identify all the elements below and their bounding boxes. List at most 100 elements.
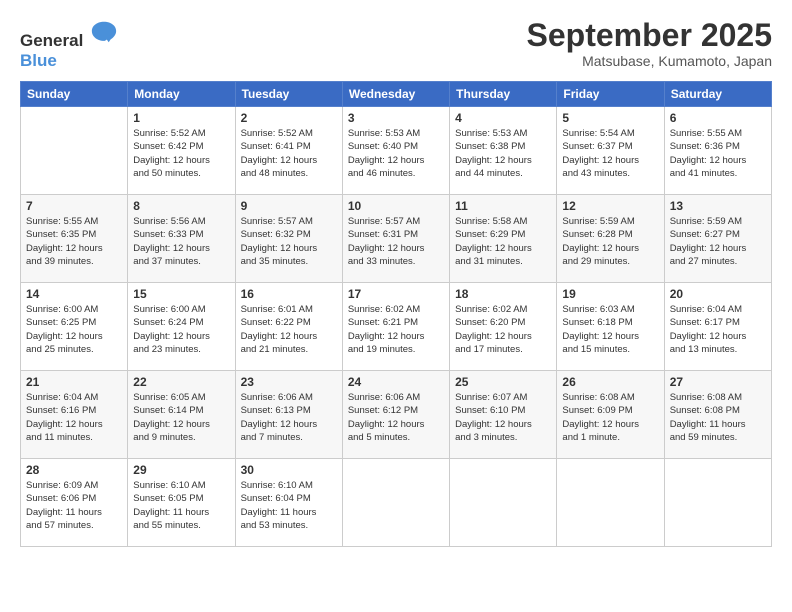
- cell-info-line: Sunset: 6:42 PM: [133, 140, 229, 153]
- cell-info-line: Sunrise: 5:58 AM: [455, 215, 551, 228]
- day-number: 29: [133, 463, 229, 477]
- cell-info-line: Sunrise: 6:08 AM: [670, 391, 766, 404]
- day-header-wednesday: Wednesday: [342, 82, 449, 107]
- calendar-cell: 18Sunrise: 6:02 AMSunset: 6:20 PMDayligh…: [450, 283, 557, 371]
- calendar-cell: 13Sunrise: 5:59 AMSunset: 6:27 PMDayligh…: [664, 195, 771, 283]
- cell-info-line: Sunrise: 5:55 AM: [26, 215, 122, 228]
- cell-info-line: and 13 minutes.: [670, 343, 766, 356]
- cell-info-line: and 9 minutes.: [133, 431, 229, 444]
- cell-info-line: Sunset: 6:41 PM: [241, 140, 337, 153]
- day-header-tuesday: Tuesday: [235, 82, 342, 107]
- day-number: 3: [348, 111, 444, 125]
- cell-info-line: Sunrise: 6:08 AM: [562, 391, 658, 404]
- cell-info-line: and 57 minutes.: [26, 519, 122, 532]
- cell-info-line: Daylight: 12 hours: [241, 330, 337, 343]
- cell-info-line: Sunset: 6:16 PM: [26, 404, 122, 417]
- day-number: 20: [670, 287, 766, 301]
- cell-info-line: Sunset: 6:14 PM: [133, 404, 229, 417]
- cell-info-line: and 41 minutes.: [670, 167, 766, 180]
- calendar-cell: 28Sunrise: 6:09 AMSunset: 6:06 PMDayligh…: [21, 459, 128, 547]
- cell-info-line: Daylight: 12 hours: [562, 330, 658, 343]
- cell-info-line: Sunset: 6:13 PM: [241, 404, 337, 417]
- calendar-cell: 21Sunrise: 6:04 AMSunset: 6:16 PMDayligh…: [21, 371, 128, 459]
- calendar-cell: 5Sunrise: 5:54 AMSunset: 6:37 PMDaylight…: [557, 107, 664, 195]
- cell-info-line: Sunset: 6:33 PM: [133, 228, 229, 241]
- calendar-body: 1 Sunrise: 5:52 AM Sunset: 6:42 PM Daylight…: [21, 107, 772, 547]
- calendar-cell: 17Sunrise: 6:02 AMSunset: 6:21 PMDayligh…: [342, 283, 449, 371]
- header: General Blue September 2025 Matsubase, K…: [20, 18, 772, 71]
- calendar-cell: [21, 107, 128, 195]
- day-number: 10: [348, 199, 444, 213]
- day-number: 8: [133, 199, 229, 213]
- calendar-cell: 11Sunrise: 5:58 AMSunset: 6:29 PMDayligh…: [450, 195, 557, 283]
- day-number: 27: [670, 375, 766, 389]
- cell-info-line: Daylight: 12 hours: [348, 330, 444, 343]
- cell-info-line: and 21 minutes.: [241, 343, 337, 356]
- day-header-monday: Monday: [128, 82, 235, 107]
- cell-info-line: Sunrise: 6:10 AM: [241, 479, 337, 492]
- cell-info-line: and 37 minutes.: [133, 255, 229, 268]
- logo-blue: Blue: [20, 51, 57, 70]
- cell-info-line: Daylight: 11 hours: [26, 506, 122, 519]
- calendar-cell: 27Sunrise: 6:08 AMSunset: 6:08 PMDayligh…: [664, 371, 771, 459]
- cell-info-line: and 25 minutes.: [26, 343, 122, 356]
- cell-info-line: and 7 minutes.: [241, 431, 337, 444]
- day-number: 26: [562, 375, 658, 389]
- cell-info-line: Daylight: 12 hours: [455, 242, 551, 255]
- cell-info-line: Daylight: 12 hours: [348, 418, 444, 431]
- cell-info-line: Sunrise: 5:52 AM: [241, 127, 337, 140]
- cell-info-line: and 29 minutes.: [562, 255, 658, 268]
- cell-info-line: Daylight: 12 hours: [455, 418, 551, 431]
- day-header-thursday: Thursday: [450, 82, 557, 107]
- cell-info-line: Daylight: 11 hours: [133, 506, 229, 519]
- cell-info-line: Sunrise: 5:59 AM: [670, 215, 766, 228]
- cell-info-line: Sunrise: 6:00 AM: [26, 303, 122, 316]
- month-title: September 2025: [527, 18, 772, 53]
- calendar-cell: [664, 459, 771, 547]
- calendar-cell: [342, 459, 449, 547]
- calendar-cell: 9Sunrise: 5:57 AMSunset: 6:32 PMDaylight…: [235, 195, 342, 283]
- calendar-cell: 14Sunrise: 6:00 AMSunset: 6:25 PMDayligh…: [21, 283, 128, 371]
- day-number: 22: [133, 375, 229, 389]
- day-header-friday: Friday: [557, 82, 664, 107]
- day-number: 12: [562, 199, 658, 213]
- cell-info-line: Sunrise: 6:09 AM: [26, 479, 122, 492]
- cell-info-line: and 23 minutes.: [133, 343, 229, 356]
- cell-info-line: Sunset: 6:20 PM: [455, 316, 551, 329]
- cell-info-line: Sunrise: 6:01 AM: [241, 303, 337, 316]
- day-number: 25: [455, 375, 551, 389]
- calendar-cell: 30Sunrise: 6:10 AMSunset: 6:04 PMDayligh…: [235, 459, 342, 547]
- day-number: 13: [670, 199, 766, 213]
- cell-info-line: Sunset: 6:09 PM: [562, 404, 658, 417]
- cell-info-line: Sunrise: 6:04 AM: [26, 391, 122, 404]
- logo-icon: [90, 18, 118, 46]
- calendar-cell: 29Sunrise: 6:10 AMSunset: 6:05 PMDayligh…: [128, 459, 235, 547]
- cell-info-line: Sunrise: 6:03 AM: [562, 303, 658, 316]
- cell-info-line: Sunrise: 6:07 AM: [455, 391, 551, 404]
- day-header-saturday: Saturday: [664, 82, 771, 107]
- cell-info-line: Sunset: 6:27 PM: [670, 228, 766, 241]
- calendar-cell: 23Sunrise: 6:06 AMSunset: 6:13 PMDayligh…: [235, 371, 342, 459]
- cell-info-line: Sunrise: 5:55 AM: [670, 127, 766, 140]
- cell-info-line: Sunset: 6:21 PM: [348, 316, 444, 329]
- cell-info-line: Sunrise: 5:53 AM: [348, 127, 444, 140]
- calendar-cell: 16Sunrise: 6:01 AMSunset: 6:22 PMDayligh…: [235, 283, 342, 371]
- cell-info-line: Sunrise: 5:53 AM: [455, 127, 551, 140]
- cell-info-line: Daylight: 12 hours: [241, 154, 337, 167]
- day-number: 6: [670, 111, 766, 125]
- day-number: 15: [133, 287, 229, 301]
- cell-info-line: Sunset: 6:05 PM: [133, 492, 229, 505]
- cell-info-line: Daylight: 12 hours: [26, 242, 122, 255]
- calendar-cell: 25Sunrise: 6:07 AMSunset: 6:10 PMDayligh…: [450, 371, 557, 459]
- day-number: 2: [241, 111, 337, 125]
- cell-info-line: Daylight: 12 hours: [133, 418, 229, 431]
- cell-info-line: Sunrise: 5:59 AM: [562, 215, 658, 228]
- day-number: 23: [241, 375, 337, 389]
- cell-info-line: Daylight: 12 hours: [670, 154, 766, 167]
- cell-info-line: Sunrise: 5:56 AM: [133, 215, 229, 228]
- cell-info-line: Daylight: 12 hours: [348, 154, 444, 167]
- calendar-cell: 1Sunrise: 5:52 AMSunset: 6:42 PMDaylight…: [128, 107, 235, 195]
- cell-info-line: Sunset: 6:32 PM: [241, 228, 337, 241]
- cell-info-line: Daylight: 12 hours: [26, 418, 122, 431]
- day-number: 1: [133, 111, 229, 125]
